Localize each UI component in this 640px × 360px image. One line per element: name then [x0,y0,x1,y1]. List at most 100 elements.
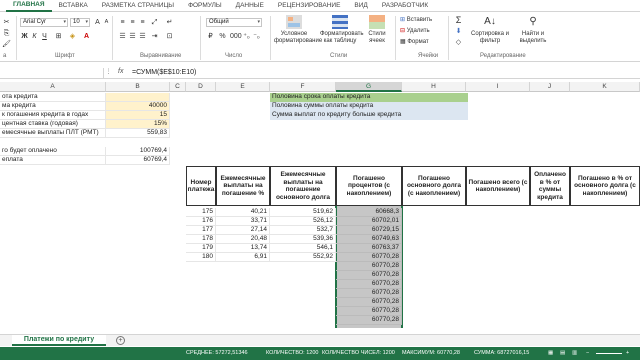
format-painter-icon[interactable]: 🖌 [2,40,11,49]
font-size-select[interactable]: 10 ▾ [70,18,90,27]
worksheet-grid[interactable]: A B C D E F G H I J K ота кредита ма кре… [0,82,640,328]
tab-view[interactable]: ВИД [347,0,374,12]
find-select-button[interactable]: ⚲ Найти и выделить [516,15,550,45]
table-cell[interactable]: 539,36 [270,235,336,244]
column-header-h[interactable]: H [402,82,466,92]
borders-icon[interactable]: ⊞ [54,32,63,41]
param-value[interactable]: 60769,4 [106,156,170,165]
number-format-select[interactable]: Общий ▾ [206,18,262,27]
table-cell[interactable]: 60770,28 [336,280,402,289]
header-payment-number[interactable]: Номер платежа [186,166,216,206]
sort-filter-button[interactable]: A↓ Сортировка и фильтр [470,15,510,45]
table-cell[interactable]: 60770,28 [336,298,402,307]
autosum-icon[interactable]: Σ [454,16,463,25]
header-paid-percent[interactable]: Оплачено в % от суммы кредита [530,166,570,206]
table-cell[interactable]: 178 [186,235,216,244]
name-box[interactable] [0,68,104,78]
table-cell[interactable]: 33,71 [216,217,270,226]
increase-decimal-icon[interactable]: ⁺₀ [242,32,251,41]
decrease-font-icon[interactable]: A [102,18,111,27]
normal-view-icon[interactable]: ▦ [548,347,553,360]
param-label[interactable]: еплата [0,156,106,165]
legend-over-credit[interactable]: Сумма выплат по кредиту больше кредита [270,111,468,120]
decrease-decimal-icon[interactable]: ⁻₀ [252,32,261,41]
column-header-e[interactable]: E [216,82,270,92]
param-value[interactable]: 15 [106,111,170,120]
clear-icon[interactable]: ◇ [454,38,463,47]
add-sheet-icon[interactable]: + [116,336,125,345]
column-header-f[interactable]: F [270,82,336,92]
page-layout-view-icon[interactable]: ▤ [560,347,565,360]
table-cell[interactable]: 552,92 [270,253,336,262]
align-bottom-icon[interactable]: ≡ [138,18,147,27]
table-cell[interactable]: 60770,28 [336,271,402,280]
cut-icon[interactable]: ✂ [2,18,11,27]
table-cell[interactable]: 40,21 [216,208,270,217]
formula-input[interactable]: =СУММ($E$10:E10) [132,68,196,78]
column-header-b[interactable]: B [106,82,170,92]
column-header-d[interactable]: D [186,82,216,92]
increase-font-icon[interactable]: A [93,18,102,27]
zoom-in-icon[interactable]: + [626,347,629,360]
column-header-j[interactable]: J [530,82,570,92]
table-cell[interactable]: 526,12 [270,217,336,226]
column-header-c[interactable]: C [170,82,186,92]
param-value[interactable]: 40000 [106,102,170,111]
thousands-icon[interactable]: 000 [230,32,242,41]
align-right-icon[interactable]: ☰ [138,32,147,41]
tab-review[interactable]: РЕЦЕНЗИРОВАНИЕ [271,0,348,12]
param-label[interactable]: центная ставка (годовая) [0,120,106,129]
legend-half-term[interactable]: Половина срока оплаты кредита [270,93,468,102]
bold-button[interactable]: Ж [20,32,29,41]
param-value[interactable] [106,93,170,102]
table-cell[interactable]: 60702,01 [336,217,402,226]
param-value[interactable]: 100769,4 [106,147,170,156]
align-middle-icon[interactable]: ≡ [128,18,137,27]
table-cell[interactable]: 175 [186,208,216,217]
column-header-g[interactable]: G [336,82,402,92]
table-cell[interactable]: 180 [186,253,216,262]
table-cell[interactable]: 60770,28 [336,289,402,298]
sheet-tab-loan-payments[interactable]: Платежи по кредиту [12,335,106,346]
conditional-format-button[interactable]: Условное форматирование [274,15,322,45]
tab-home[interactable]: ГЛАВНАЯ [6,0,52,12]
table-cell[interactable]: 60729,15 [336,226,402,235]
param-label[interactable]: емесячные выплаты ПЛТ (PMT) [0,129,106,138]
header-interest-cumulative[interactable]: Погашено процентов (с накоплением) [336,166,402,206]
column-header-k[interactable]: K [570,82,640,92]
indent-icon[interactable]: ⇥ [150,32,159,41]
tab-insert[interactable]: ВСТАВКА [52,0,95,12]
table-cell[interactable]: 60668,3 [336,208,402,217]
delete-cells-button[interactable]: ⊟ Удалить [400,27,430,34]
header-total-cumulative[interactable]: Погашено всего (с накоплением) [466,166,530,206]
format-cells-button[interactable]: ▦ Формат [400,38,429,45]
header-interest-payment[interactable]: Ежемесячные выплаты на погашение % [216,166,270,206]
table-cell[interactable]: 60770,28 [336,307,402,316]
currency-icon[interactable]: ₽ [206,32,215,41]
table-cell[interactable]: 177 [186,226,216,235]
header-principal-payment[interactable]: Ежемесячные выплаты на погашение основно… [270,166,336,206]
table-cell[interactable]: 60770,28 [336,253,402,262]
table-cell[interactable]: 60749,63 [336,235,402,244]
table-cell[interactable]: 519,62 [270,208,336,217]
zoom-slider[interactable] [596,353,622,354]
fill-icon[interactable]: ⬇ [454,27,463,36]
wrap-text-icon[interactable]: ↵ [165,18,174,27]
font-color-icon[interactable]: A [82,32,91,41]
align-top-icon[interactable]: ≡ [118,18,127,27]
orientation-icon[interactable]: ⤢ [150,18,159,27]
table-cell[interactable]: 546,1 [270,244,336,253]
underline-button[interactable]: Ч [40,32,49,41]
more-options-icon[interactable]: ⋮ [104,68,113,77]
param-label[interactable]: го будет оплачено [0,147,106,156]
fx-icon[interactable]: fx [118,68,123,75]
table-cell[interactable]: 27,14 [216,226,270,235]
param-label[interactable]: к погашения кредита в годах [0,111,106,120]
table-cell[interactable]: 20,48 [216,235,270,244]
zoom-out-icon[interactable]: − [586,347,589,360]
param-label[interactable]: ма кредита [0,102,106,111]
align-center-icon[interactable]: ☰ [128,32,137,41]
param-value[interactable]: 559,83 [106,129,170,138]
tab-data[interactable]: ДАННЫЕ [229,0,271,12]
param-value[interactable]: 15% [106,120,170,129]
